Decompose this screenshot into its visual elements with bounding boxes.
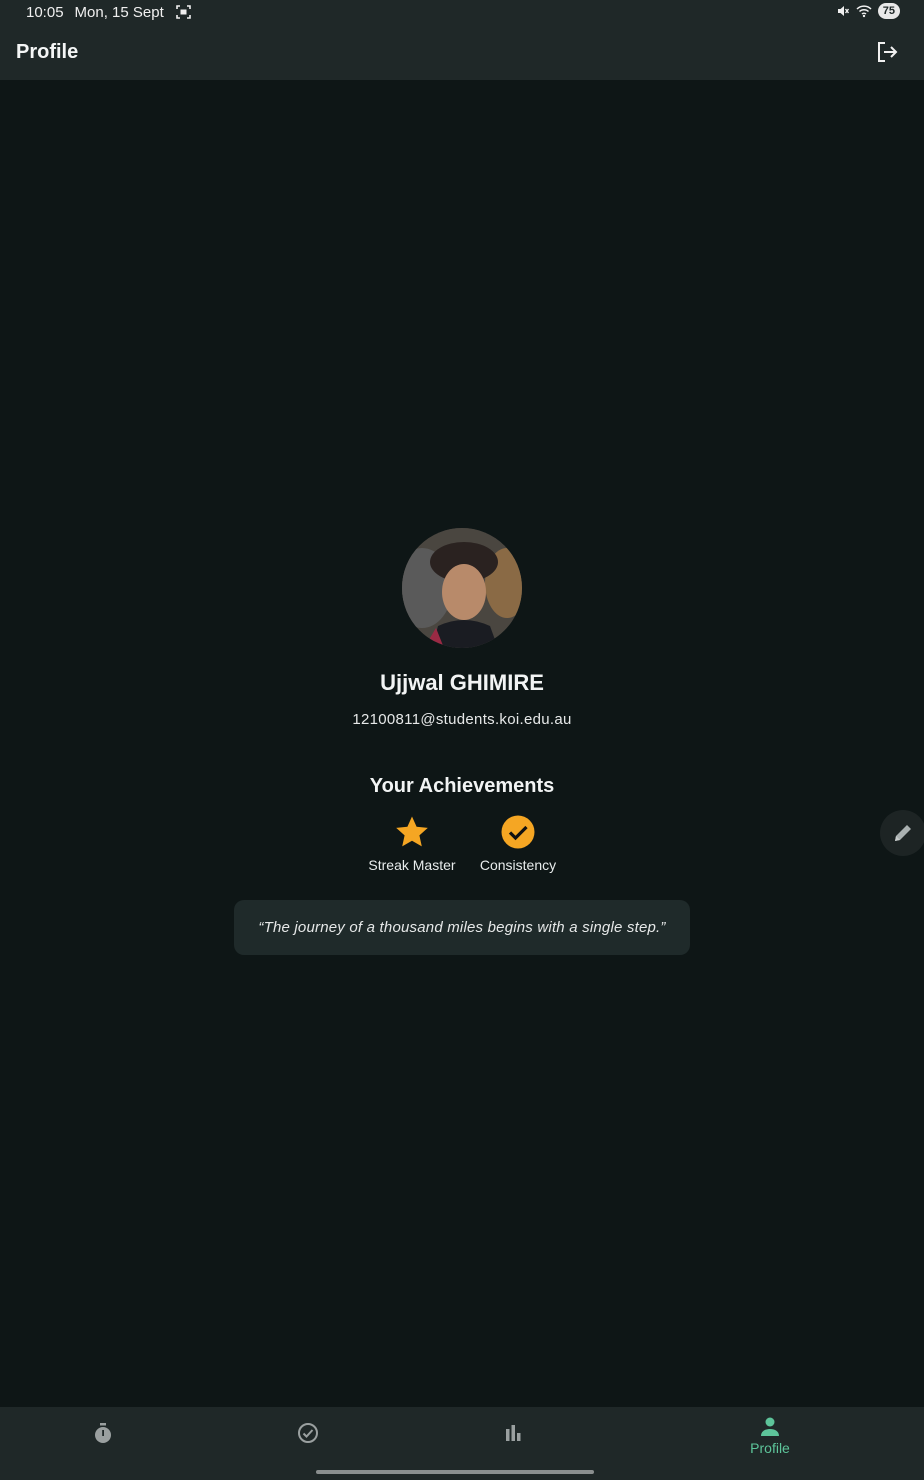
home-indicator[interactable] [316, 1470, 594, 1474]
achievement-consistency: Consistency [463, 815, 573, 873]
check-circle-outline-icon [298, 1423, 318, 1443]
nav-item-timer[interactable] [43, 1407, 163, 1471]
nav-item-tasks[interactable] [248, 1407, 368, 1471]
check-circle-icon [501, 815, 535, 849]
quote-text: “The journey of a thousand miles begins … [258, 919, 666, 936]
bar-chart-icon [506, 1425, 521, 1441]
nav-item-stats[interactable] [453, 1407, 573, 1471]
status-time: 10:05 [26, 3, 64, 21]
badge-label: Consistency [479, 857, 557, 873]
quote-card: “The journey of a thousand miles begins … [234, 900, 690, 955]
logout-icon[interactable] [876, 41, 898, 63]
profile-photo [402, 528, 522, 648]
avatar[interactable] [402, 528, 522, 648]
screenshot-icon [175, 5, 191, 19]
status-date: Mon, 15 Sept [74, 3, 164, 21]
pencil-icon [895, 825, 911, 841]
wifi-icon [856, 5, 872, 18]
status-icons: 75 [836, 3, 900, 19]
achievement-streak-master: Streak Master [357, 815, 467, 873]
mute-icon [837, 6, 849, 16]
page-title: Profile [16, 40, 79, 63]
battery-icon: 75 [877, 3, 900, 19]
person-icon [761, 1417, 779, 1436]
nav-item-profile[interactable]: Profile [710, 1407, 830, 1471]
timer-icon [95, 1423, 111, 1443]
status-bar: 10:05 Mon, 15 Sept 75 [0, 0, 924, 24]
edit-profile-button[interactable] [880, 810, 924, 856]
app-bar: Profile [0, 24, 924, 80]
user-name: Ujjwal GHIMIRE [380, 670, 544, 695]
nav-label-profile: Profile [750, 1440, 790, 1456]
star-icon [396, 816, 428, 847]
badge-label: Streak Master [368, 857, 456, 873]
achievements-title: Your Achievements [369, 775, 555, 797]
user-email: 12100811@students.koi.edu.au [352, 711, 572, 728]
